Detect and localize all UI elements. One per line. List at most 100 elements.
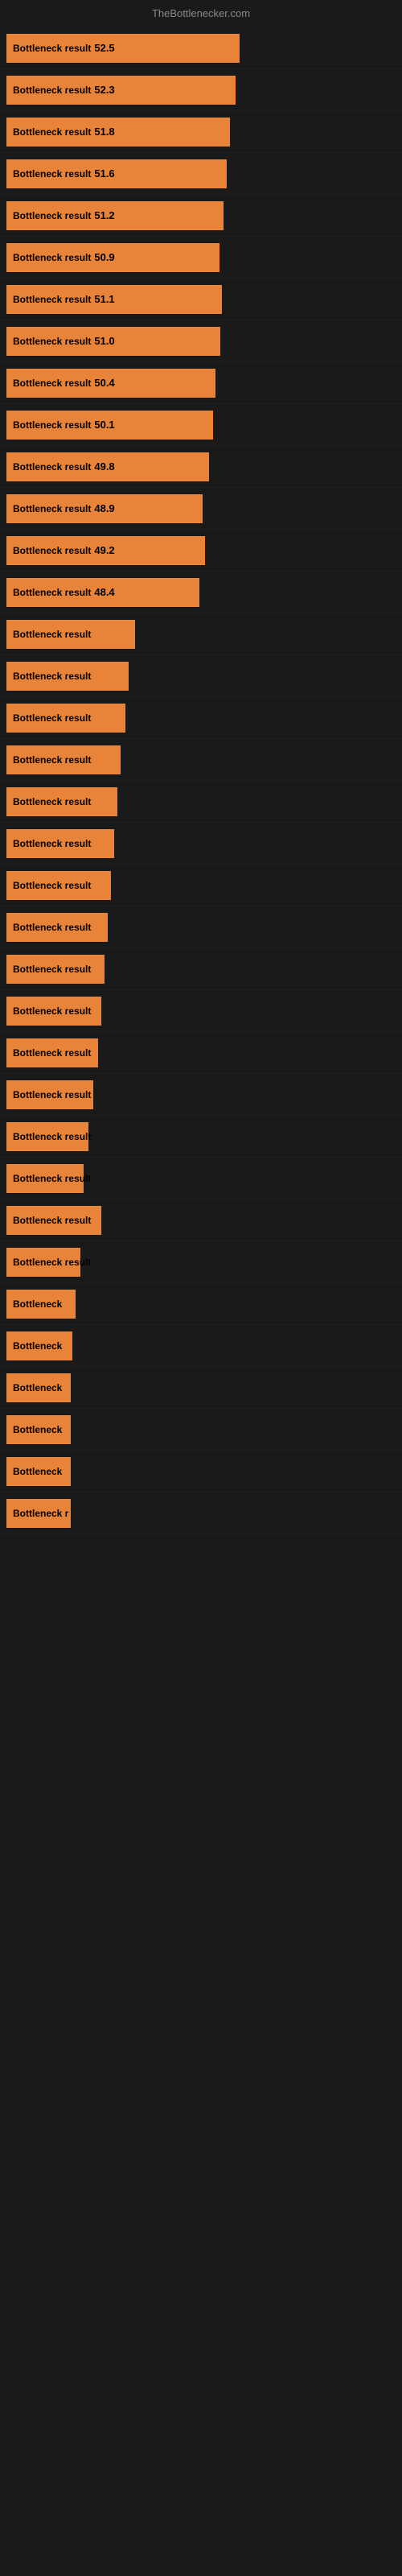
bar-label: Bottleneck [13,1340,62,1352]
bar-wrapper: Bottleneck [0,1373,402,1402]
bar-wrapper: Bottleneck result50.4 [0,369,402,398]
bar-row: Bottleneck result48.4 [0,572,402,613]
bar-row: Bottleneck result [0,1116,402,1158]
bar-label: Bottleneck result [13,378,91,389]
bar-row: Bottleneck result [0,697,402,739]
bar-row: Bottleneck [0,1283,402,1325]
bar-label: Bottleneck result [13,964,91,975]
bar-value: 49.2 [94,544,114,556]
bar-wrapper: Bottleneck result [0,704,402,733]
bar-row: Bottleneck result51.2 [0,195,402,237]
bar-wrapper: Bottleneck result49.8 [0,452,402,481]
bar-wrapper: Bottleneck r [0,1499,402,1528]
bar-wrapper: Bottleneck result [0,913,402,942]
bar: Bottleneck result50.4 [6,369,215,398]
bar-value: 51.0 [94,335,114,347]
bar: Bottleneck result [6,1080,93,1109]
bar-row: Bottleneck result [0,1074,402,1116]
bar-wrapper: Bottleneck result [0,997,402,1026]
bar: Bottleneck result51.6 [6,159,227,188]
bar-row: Bottleneck result [0,865,402,906]
bar-label: Bottleneck result [13,461,91,473]
bar-wrapper: Bottleneck result [0,787,402,816]
bar-row: Bottleneck result49.8 [0,446,402,488]
bar-row: Bottleneck result50.1 [0,404,402,446]
bar-value: 48.9 [94,502,114,514]
bar-row: Bottleneck result [0,1241,402,1283]
bar-label: Bottleneck result [13,85,91,96]
bar-label: Bottleneck result [13,671,91,682]
bar-value: 50.9 [94,251,114,263]
bar-row: Bottleneck result [0,739,402,781]
bar: Bottleneck result48.9 [6,494,203,523]
bar-wrapper: Bottleneck result48.9 [0,494,402,523]
bar-label: Bottleneck [13,1424,62,1435]
bar-wrapper: Bottleneck result [0,1206,402,1235]
bar: Bottleneck result49.2 [6,536,205,565]
bar-row: Bottleneck result [0,906,402,948]
bar: Bottleneck [6,1415,71,1444]
bar-label: Bottleneck result [13,796,91,807]
bar-label: Bottleneck [13,1382,62,1393]
bar-wrapper: Bottleneck [0,1415,402,1444]
bar-wrapper: Bottleneck result51.1 [0,285,402,314]
bar-row: Bottleneck result50.4 [0,362,402,404]
bar-row: Bottleneck r [0,1492,402,1534]
bar-label: Bottleneck result [13,43,91,54]
bar: Bottleneck result49.8 [6,452,209,481]
bar-wrapper: Bottleneck result [0,1164,402,1193]
bar: Bottleneck result [6,913,108,942]
bar-wrapper: Bottleneck result49.2 [0,536,402,565]
bar-label: Bottleneck result [13,880,91,891]
bar-row: Bottleneck result52.3 [0,69,402,111]
bar-label: Bottleneck result [13,1257,91,1268]
bar-label: Bottleneck result [13,838,91,849]
bar-wrapper: Bottleneck result48.4 [0,578,402,607]
bar-label: Bottleneck result [13,1173,91,1184]
bar: Bottleneck result [6,1248,80,1277]
bar-value: 51.2 [94,209,114,221]
bar-row: Bottleneck result51.0 [0,320,402,362]
site-title: TheBottlenecker.com [152,7,250,19]
bar-label: Bottleneck result [13,1047,91,1059]
bar-label: Bottleneck result [13,294,91,305]
bar-wrapper: Bottleneck result [0,620,402,649]
bar-row: Bottleneck [0,1409,402,1451]
bar-wrapper: Bottleneck result51.8 [0,118,402,147]
bar-row: Bottleneck [0,1451,402,1492]
bar-wrapper: Bottleneck result52.5 [0,34,402,63]
bar-wrapper: Bottleneck result [0,745,402,774]
bar-wrapper: Bottleneck result [0,662,402,691]
bar-wrapper: Bottleneck result52.3 [0,76,402,105]
bar-label: Bottleneck [13,1298,62,1310]
bar: Bottleneck result [6,1122,88,1151]
bar-label: Bottleneck result [13,1089,91,1100]
bar-row: Bottleneck [0,1325,402,1367]
bar-wrapper: Bottleneck [0,1457,402,1486]
bar: Bottleneck [6,1290,76,1319]
bar-row: Bottleneck result [0,1032,402,1074]
bar-row: Bottleneck result [0,781,402,823]
bar-wrapper: Bottleneck result [0,1122,402,1151]
bar-row: Bottleneck result48.9 [0,488,402,530]
bar-label: Bottleneck result [13,126,91,138]
bar-label: Bottleneck result [13,712,91,724]
bar-wrapper: Bottleneck [0,1290,402,1319]
bar-row: Bottleneck result51.6 [0,153,402,195]
bar-label: Bottleneck result [13,1005,91,1017]
bar-wrapper: Bottleneck result51.2 [0,201,402,230]
bar-row: Bottleneck result [0,655,402,697]
bar: Bottleneck result50.1 [6,411,213,440]
bar-row: Bottleneck result [0,948,402,990]
bar-value: 52.3 [94,84,114,96]
bar: Bottleneck result [6,997,101,1026]
bar-wrapper: Bottleneck result [0,1248,402,1277]
bar: Bottleneck result50.9 [6,243,219,272]
bar: Bottleneck result [6,829,114,858]
bar: Bottleneck result [6,1038,98,1067]
bar-row: Bottleneck result [0,1158,402,1199]
bar: Bottleneck result [6,787,117,816]
bar: Bottleneck result51.8 [6,118,230,147]
bar: Bottleneck result [6,1164,84,1193]
bar-label: Bottleneck [13,1466,62,1477]
